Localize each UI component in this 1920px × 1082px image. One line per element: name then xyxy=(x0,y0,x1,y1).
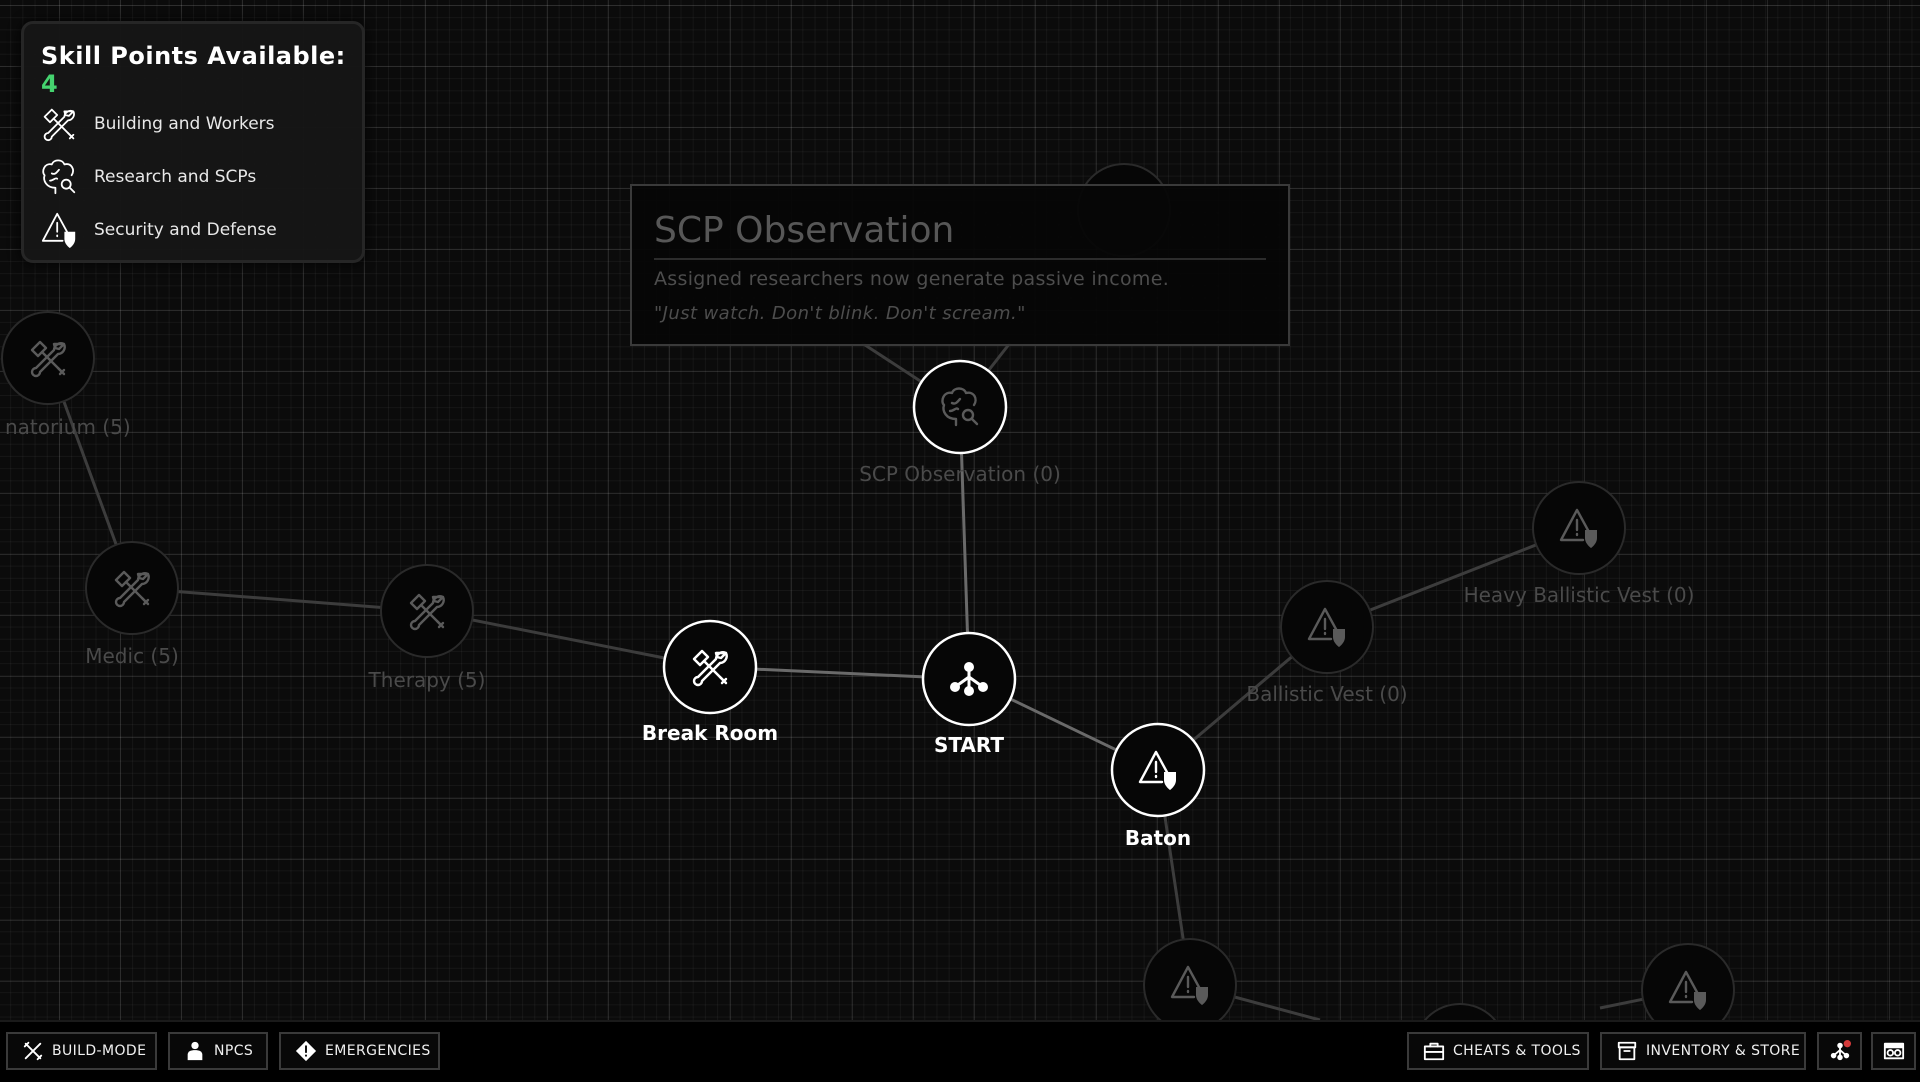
alert-diamond-icon xyxy=(295,1040,317,1062)
person-icon xyxy=(187,1041,203,1061)
box-icon xyxy=(1617,1041,1637,1061)
inventory-store-button[interactable]: INVENTORY & STORE xyxy=(1600,1032,1806,1070)
skill-node-start[interactable]: START xyxy=(921,631,1017,757)
skill-tree-button[interactable] xyxy=(1817,1032,1862,1070)
tooltip-divider xyxy=(654,258,1266,260)
legend-label: Research and SCPs xyxy=(94,167,257,187)
skill-node-label: Medic (5) xyxy=(85,644,179,668)
skill-node-heavy-ballistic-vest[interactable]: Heavy Ballistic Vest (0) xyxy=(1464,481,1695,607)
legend-research-scps: Research and SCPs xyxy=(40,159,256,195)
emergencies-button[interactable]: EMERGENCIES xyxy=(279,1032,440,1070)
skill-node-ballistic-vest[interactable]: Ballistic Vest (0) xyxy=(1246,580,1408,706)
skill-node-therapy[interactable]: Therapy (5) xyxy=(368,564,486,692)
bottom-toolbar: BUILD-MODE NPCS EMERGENCIES CHEATS & TOO… xyxy=(0,1020,1920,1082)
skill-node-label: Therapy (5) xyxy=(368,668,486,692)
wrench-cross-icon xyxy=(23,1041,43,1061)
skill-node-break-room[interactable]: Break Room xyxy=(642,619,778,745)
legend-label: Building and Workers xyxy=(94,114,275,134)
camera-button[interactable] xyxy=(1871,1032,1916,1070)
skill-node-label: natorium (5) xyxy=(5,415,131,439)
skill-node-medic[interactable]: Medic (5) xyxy=(85,541,179,668)
brain-search-icon xyxy=(42,159,76,195)
tooltip-quote: "Just watch. Don't blink. Don't scream." xyxy=(654,303,1026,324)
skill-points-count: 4 xyxy=(41,70,59,98)
npcs-button[interactable]: NPCS xyxy=(168,1032,268,1070)
skill-node-security-lower[interactable] xyxy=(1143,938,1237,1032)
warning-shield-icon xyxy=(41,212,76,248)
skill-node-label: Ballistic Vest (0) xyxy=(1246,682,1407,706)
skill-tree-icon xyxy=(1830,1040,1851,1061)
skill-tooltip: SCP Observation Assigned researchers now… xyxy=(630,184,1290,346)
tree-links xyxy=(46,341,1689,1022)
skill-points-label: Skill Points Available: xyxy=(41,42,346,70)
cheats-tools-button[interactable]: CHEATS & TOOLS xyxy=(1407,1032,1589,1070)
tooltip-description: Assigned researchers now generate passiv… xyxy=(654,268,1170,290)
skill-node-label: Baton xyxy=(1125,826,1191,850)
skill-node-label: Break Room xyxy=(642,721,778,745)
skill-node-baton[interactable]: Baton xyxy=(1110,722,1206,850)
notification-badge xyxy=(1843,1040,1851,1048)
tooltip-title: SCP Observation xyxy=(654,210,955,251)
legend-building-workers: Building and Workers xyxy=(40,106,275,142)
camera-icon xyxy=(1883,1042,1905,1060)
skill-node-label: Heavy Ballistic Vest (0) xyxy=(1464,583,1695,607)
build-mode-label: BUILD-MODE xyxy=(52,1043,147,1059)
wrench-screwdriver-icon xyxy=(43,108,75,142)
npcs-label: NPCS xyxy=(214,1043,254,1059)
skill-node-label: SCP Observation (0) xyxy=(859,462,1061,486)
cheats-tools-label: CHEATS & TOOLS xyxy=(1453,1043,1581,1059)
inventory-store-label: INVENTORY & STORE xyxy=(1646,1043,1801,1059)
skill-node-label: START xyxy=(934,733,1004,757)
skill-node-scp-observation[interactable]: SCP Observation (0) xyxy=(859,359,1061,486)
legend-security-defense: Security and Defense xyxy=(40,212,277,248)
build-mode-button[interactable]: BUILD-MODE xyxy=(6,1032,157,1070)
skill-node-sanatorium[interactable]: natorium (5) xyxy=(1,311,131,439)
toolbox-icon xyxy=(1423,1042,1445,1061)
emergencies-label: EMERGENCIES xyxy=(325,1043,431,1059)
legend-label: Security and Defense xyxy=(94,220,277,240)
skill-points-title: Skill Points Available: 4 xyxy=(41,42,362,98)
skill-points-panel: Skill Points Available: 4 Building and W… xyxy=(21,21,365,263)
